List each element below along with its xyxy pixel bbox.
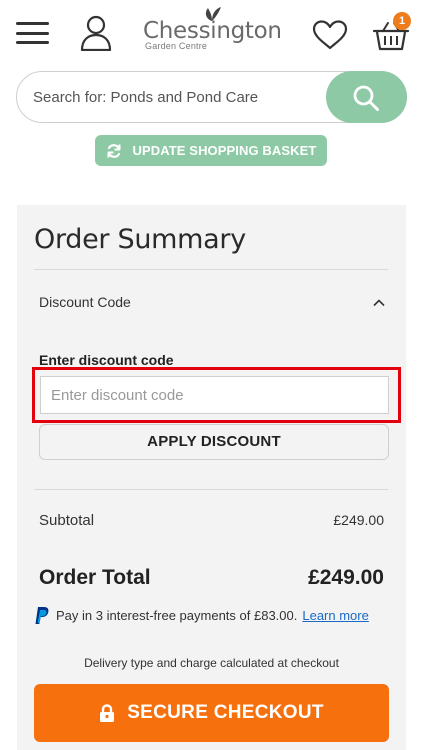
subtotal-label: Subtotal [39, 512, 95, 529]
menu-icon[interactable] [16, 22, 49, 44]
order-total-row: Order Total £249.00 [39, 566, 384, 592]
order-summary-title: Order Summary [34, 224, 246, 255]
user-icon[interactable] [80, 15, 112, 52]
order-summary-panel: Order Summary Discount Code Enter discou… [17, 205, 406, 750]
paypal-icon [35, 606, 49, 624]
chevron-up-icon [372, 295, 386, 313]
secure-checkout-button[interactable]: SECURE CHECKOUT [34, 684, 389, 742]
update-basket-label: UPDATE SHOPPING BASKET [132, 143, 317, 158]
subtotal-value: £249.00 [333, 512, 384, 528]
order-total-label: Order Total [39, 566, 151, 589]
delivery-note: Delivery type and charge calculated at c… [84, 656, 339, 670]
search-bar [16, 71, 407, 123]
divider [34, 269, 388, 270]
order-total-value: £249.00 [308, 566, 384, 589]
subtotal-row: Subtotal £249.00 [39, 512, 384, 532]
divider [34, 489, 388, 490]
refresh-icon [107, 143, 120, 158]
search-icon [353, 85, 379, 111]
site-logo[interactable]: Chessington Garden Centre [143, 7, 283, 56]
discount-code-label: Discount Code [39, 294, 131, 310]
update-basket-button[interactable]: UPDATE SHOPPING BASKET [95, 135, 327, 166]
discount-input-label: Enter discount code [39, 352, 174, 368]
paypal-text: Pay in 3 interest-free payments of £83.0… [56, 607, 298, 623]
site-header: Chessington Garden Centre 1 [0, 0, 422, 66]
basket-count-badge: 1 [393, 12, 411, 30]
paypal-pay-in-3: Pay in 3 interest-free payments of £83.0… [34, 605, 394, 625]
heart-icon[interactable] [312, 20, 348, 50]
search-input[interactable] [33, 84, 323, 110]
logo-subtitle: Garden Centre [145, 41, 208, 51]
apply-discount-button[interactable]: APPLY DISCOUNT [39, 424, 389, 460]
discount-code-input[interactable] [40, 376, 389, 414]
search-button[interactable] [326, 71, 407, 123]
learn-more-link[interactable]: Learn more [302, 608, 368, 623]
secure-checkout-label: SECURE CHECKOUT [127, 702, 324, 723]
discount-code-toggle[interactable]: Discount Code [34, 283, 388, 323]
lock-icon [100, 703, 115, 722]
